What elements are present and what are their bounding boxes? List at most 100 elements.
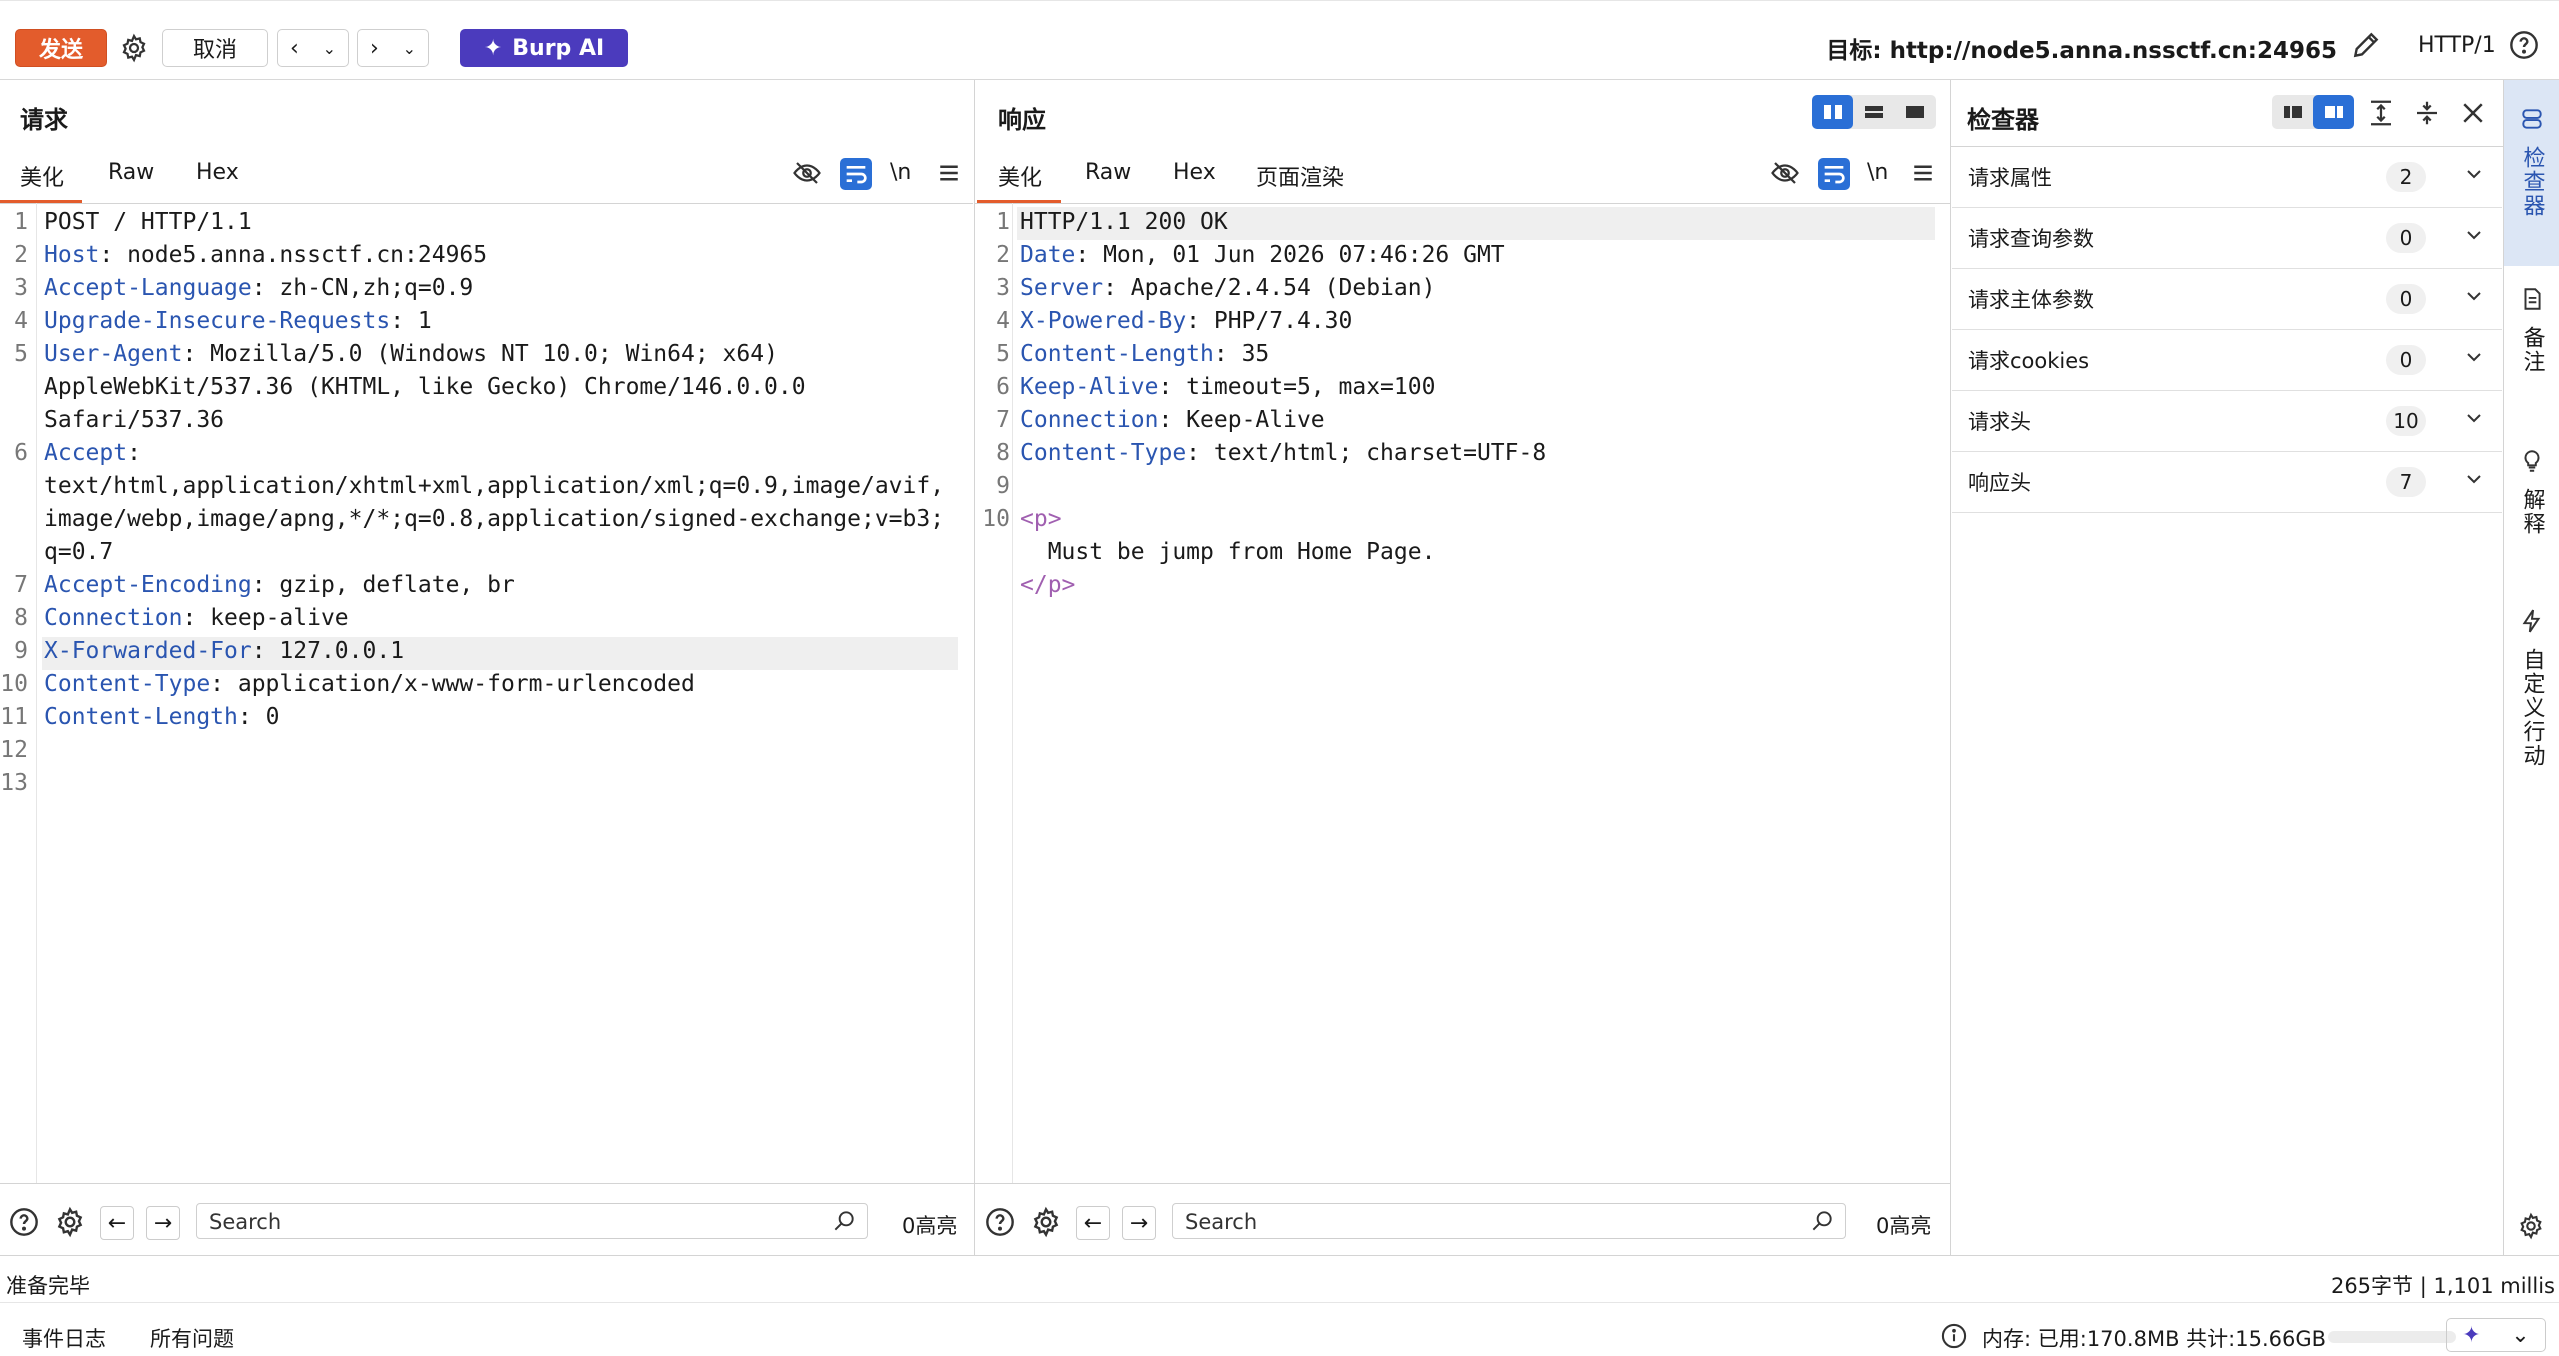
newline-toggle[interactable]: \n — [1867, 160, 1888, 185]
inspector-section-label: 请求头 — [1968, 410, 2031, 434]
inspector-section-row[interactable]: 请求cookies 0 — [1952, 330, 2502, 391]
search-previous-button[interactable]: ← — [1076, 1206, 1110, 1240]
edit-target-icon[interactable] — [2350, 29, 2382, 67]
back-nav-button[interactable]: ‹ ⌄ — [277, 29, 349, 67]
code-line: Host: node5.anna.nssctf.cn:24965 — [44, 239, 487, 272]
http-version-label[interactable]: HTTP/1 — [2418, 33, 2496, 58]
response-tab-raw[interactable]: Raw — [1085, 160, 1131, 185]
status-divider — [0, 1255, 2559, 1256]
layout-single-icon[interactable] — [1894, 95, 1935, 129]
request-tab-raw[interactable]: Raw — [108, 160, 154, 185]
help-icon[interactable] — [984, 1206, 1016, 1244]
inspector-layout-right-icon[interactable] — [2313, 95, 2354, 129]
cancel-button[interactable]: 取消 — [162, 29, 268, 67]
side-tab-label: 检查器 — [2519, 146, 2545, 218]
request-tab-pretty[interactable]: 美化 — [20, 160, 64, 192]
code-line: POST / HTTP/1.1 — [44, 206, 252, 239]
response-gutter-divider — [1012, 203, 1013, 1183]
layout-toggle[interactable] — [1812, 95, 1936, 129]
newline-toggle[interactable]: \n — [890, 160, 911, 185]
search-icon — [1809, 1208, 1835, 1240]
settings-button[interactable] — [112, 29, 156, 67]
hide-nonprintable-icon[interactable] — [792, 158, 822, 194]
side-tab-inspector[interactable]: 检查器 — [2504, 80, 2559, 266]
line-value: Safari/537.36 — [44, 407, 225, 433]
line-number: 11 — [0, 704, 28, 730]
side-tab-notes[interactable]: 备注 — [2504, 286, 2559, 374]
inspector-layout-left-icon[interactable] — [2272, 95, 2313, 129]
search-placeholder: Search — [1185, 1210, 1258, 1234]
line-number: 4 — [996, 308, 1010, 334]
close-icon[interactable] — [2458, 98, 2488, 134]
chevron-down-icon[interactable] — [2462, 467, 2486, 497]
layout-stacked-icon[interactable] — [1853, 95, 1894, 129]
ai-menu-button[interactable]: ✦ ⌄ — [2446, 1318, 2546, 1352]
response-search-divider — [975, 1183, 1950, 1184]
code-line: </p> — [1020, 569, 1075, 602]
wrap-lines-icon[interactable] — [840, 158, 872, 190]
help-icon[interactable] — [2508, 29, 2540, 67]
line-value: : — [127, 440, 141, 466]
header-name: Content-Length — [44, 704, 238, 730]
layout-side-by-side-icon[interactable] — [1812, 95, 1853, 129]
menu-icon[interactable] — [1908, 158, 1938, 194]
send-button[interactable]: 发送 — [15, 29, 107, 67]
line-number: 10 — [0, 671, 28, 697]
event-log-tab[interactable]: 事件日志 — [22, 1323, 106, 1353]
all-issues-tab[interactable]: 所有问题 — [150, 1323, 234, 1353]
info-icon — [1940, 1322, 1968, 1356]
line-number: 6 — [14, 440, 28, 466]
inspector-section-label: 响应头 — [1968, 471, 2031, 495]
gear-icon[interactable] — [1030, 1206, 1062, 1244]
side-tab-explain[interactable]: 解释 — [2504, 448, 2559, 536]
inspector-layout-toggle[interactable] — [2272, 95, 2354, 129]
collapse-all-icon[interactable] — [2412, 98, 2442, 134]
side-tab-custom-actions[interactable]: 自定义行动 — [2504, 608, 2559, 768]
highlight-count: 0高亮 — [902, 1214, 958, 1238]
code-line: image/webp,image/apng,*/*;q=0.8,applicat… — [44, 503, 944, 536]
search-next-button[interactable]: → — [1122, 1206, 1156, 1240]
memory-bar — [2328, 1331, 2456, 1343]
line-number: 7 — [14, 572, 28, 598]
response-tab-render[interactable]: 页面渲染 — [1256, 160, 1344, 192]
inspector-section-row[interactable]: 请求查询参数 0 — [1952, 208, 2502, 269]
inspector-section-row[interactable]: 请求属性 2 — [1952, 147, 2502, 208]
inspector-section-row[interactable]: 请求主体参数 0 — [1952, 269, 2502, 330]
line-value: : Mon, 01 Jun 2026 07:46:26 GMT — [1075, 242, 1505, 268]
hide-nonprintable-icon[interactable] — [1770, 158, 1800, 194]
header-name: Connection — [44, 605, 183, 631]
chevron-down-icon[interactable] — [2462, 162, 2486, 192]
request-search-box[interactable]: Search — [196, 1203, 868, 1239]
inspector-section-count: 0 — [2386, 284, 2426, 314]
response-search-box[interactable]: Search — [1172, 1203, 1846, 1239]
inspector-section-row[interactable]: 请求头 10 — [1952, 391, 2502, 452]
code-line: Content-Length: 0 — [44, 701, 279, 734]
search-previous-button[interactable]: ← — [100, 1206, 134, 1240]
chevron-down-icon[interactable] — [2462, 345, 2486, 375]
arrow-left-icon: ← — [107, 1210, 127, 1236]
chevron-down-icon[interactable] — [2462, 284, 2486, 314]
sparkle-icon: ✦ — [2462, 1322, 2481, 1348]
search-next-button[interactable]: → — [146, 1206, 180, 1240]
side-settings-icon[interactable] — [2517, 1212, 2545, 1246]
gear-icon[interactable] — [54, 1206, 86, 1244]
line-number: 6 — [996, 374, 1010, 400]
chevron-down-icon[interactable] — [2462, 406, 2486, 436]
response-tab-pretty[interactable]: 美化 — [998, 160, 1042, 192]
line-value: : 1 — [390, 308, 432, 334]
search-placeholder: Search — [209, 1210, 282, 1234]
request-tab-hex[interactable]: Hex — [196, 160, 239, 185]
burp-ai-button[interactable]: ✦ Burp AI — [460, 29, 628, 67]
expand-all-icon[interactable] — [2366, 98, 2396, 134]
line-value: : Mozilla/5.0 (Windows NT 10.0; Win64; x… — [182, 341, 778, 367]
chevron-down-icon[interactable] — [2462, 223, 2486, 253]
menu-icon[interactable] — [934, 158, 964, 194]
lightning-icon — [2522, 609, 2540, 633]
line-value: AppleWebKit/537.36 (KHTML, like Gecko) C… — [44, 374, 806, 400]
wrap-lines-icon[interactable] — [1818, 158, 1850, 190]
help-icon[interactable] — [8, 1206, 40, 1244]
line-number: 3 — [14, 275, 28, 301]
forward-nav-button[interactable]: › ⌄ — [357, 29, 429, 67]
response-tab-hex[interactable]: Hex — [1173, 160, 1216, 185]
inspector-section-row[interactable]: 响应头 7 — [1952, 452, 2502, 513]
